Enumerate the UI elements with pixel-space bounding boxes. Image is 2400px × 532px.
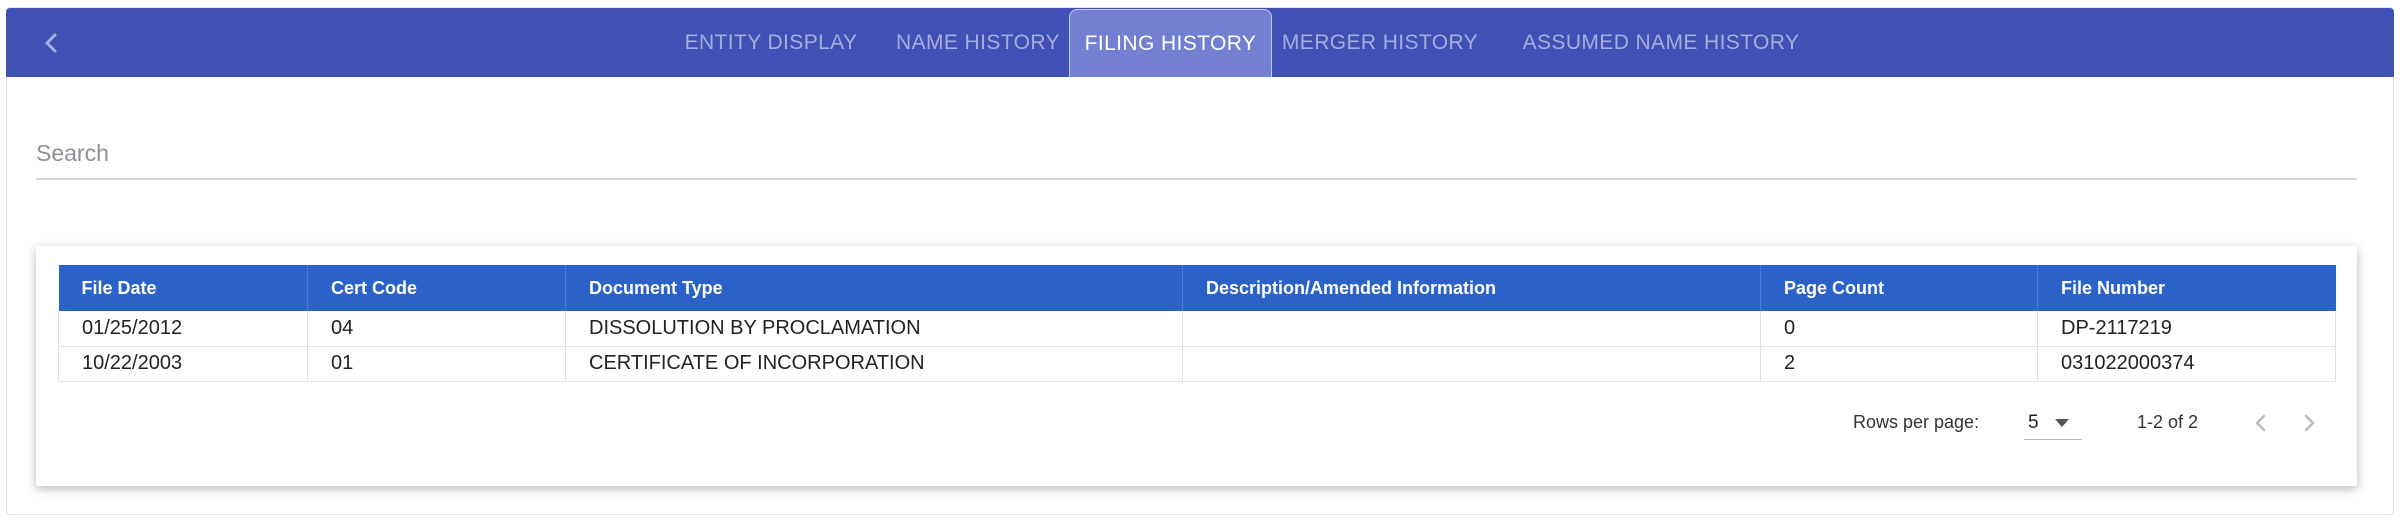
filing-history-card: File Date Cert Code Document Type Descri… [36, 246, 2357, 486]
cell-file-date: 10/22/2003 [58, 346, 308, 382]
cell-file-date: 01/25/2012 [58, 311, 308, 347]
cell-description [1182, 311, 1761, 347]
cell-page-count: 2 [1760, 346, 2038, 382]
tab-bar: ENTITY DISPLAY NAME HISTORY FILING HISTO… [6, 8, 2394, 77]
chevron-left-icon [2255, 414, 2266, 432]
cell-document-type: DISSOLUTION BY PROCLAMATION [565, 311, 1183, 347]
rows-per-page-value: 5 [2028, 412, 2039, 433]
column-header-file-number[interactable]: File Number [2037, 265, 2336, 311]
chevron-left-icon [45, 33, 57, 53]
rows-per-page-label: Rows per page: [1853, 412, 1980, 432]
rows-per-page-select[interactable]: 5 [2024, 404, 2082, 440]
column-header-file-date[interactable]: File Date [58, 265, 308, 311]
cell-page-count: 0 [1760, 311, 2038, 347]
table-header-row: File Date Cert Code Document Type Descri… [58, 265, 2336, 311]
pagination-range: 1-2 of 2 [2137, 412, 2199, 432]
tab-merger-history[interactable]: MERGER HISTORY [1280, 8, 1480, 77]
column-header-description[interactable]: Description/Amended Information [1182, 265, 1761, 311]
caret-down-icon [2055, 419, 2069, 427]
column-header-document-type[interactable]: Document Type [565, 265, 1183, 311]
chevron-right-icon [2304, 414, 2315, 432]
cell-file-number: DP-2117219 [2037, 311, 2336, 347]
next-page-button[interactable] [2294, 408, 2324, 438]
tab-assumed-name-history[interactable]: ASSUMED NAME HISTORY [1506, 8, 1816, 77]
cell-document-type: CERTIFICATE OF INCORPORATION [565, 346, 1183, 382]
cell-file-number: 031022000374 [2037, 346, 2336, 382]
back-button[interactable] [36, 28, 66, 58]
search-field [36, 130, 2357, 180]
previous-page-button[interactable] [2246, 408, 2276, 438]
cell-cert-code: 04 [307, 311, 566, 347]
filing-history-table: File Date Cert Code Document Type Descri… [58, 265, 2336, 382]
table-row[interactable]: 10/22/2003 01 CERTIFICATE OF INCORPORATI… [58, 346, 2336, 382]
cell-description [1182, 346, 1761, 382]
tab-filing-history[interactable]: FILING HISTORY [1069, 9, 1272, 77]
tab-entity-display[interactable]: ENTITY DISPLAY [661, 8, 881, 77]
tab-name-history[interactable]: NAME HISTORY [881, 8, 1075, 77]
cell-cert-code: 01 [307, 346, 566, 382]
table-pagination: Rows per page: 5 1-2 of 2 [36, 404, 2357, 444]
search-input[interactable] [36, 130, 2357, 176]
table-row[interactable]: 01/25/2012 04 DISSOLUTION BY PROCLAMATIO… [58, 311, 2336, 347]
column-header-page-count[interactable]: Page Count [1760, 265, 2038, 311]
column-header-cert-code[interactable]: Cert Code [307, 265, 566, 311]
